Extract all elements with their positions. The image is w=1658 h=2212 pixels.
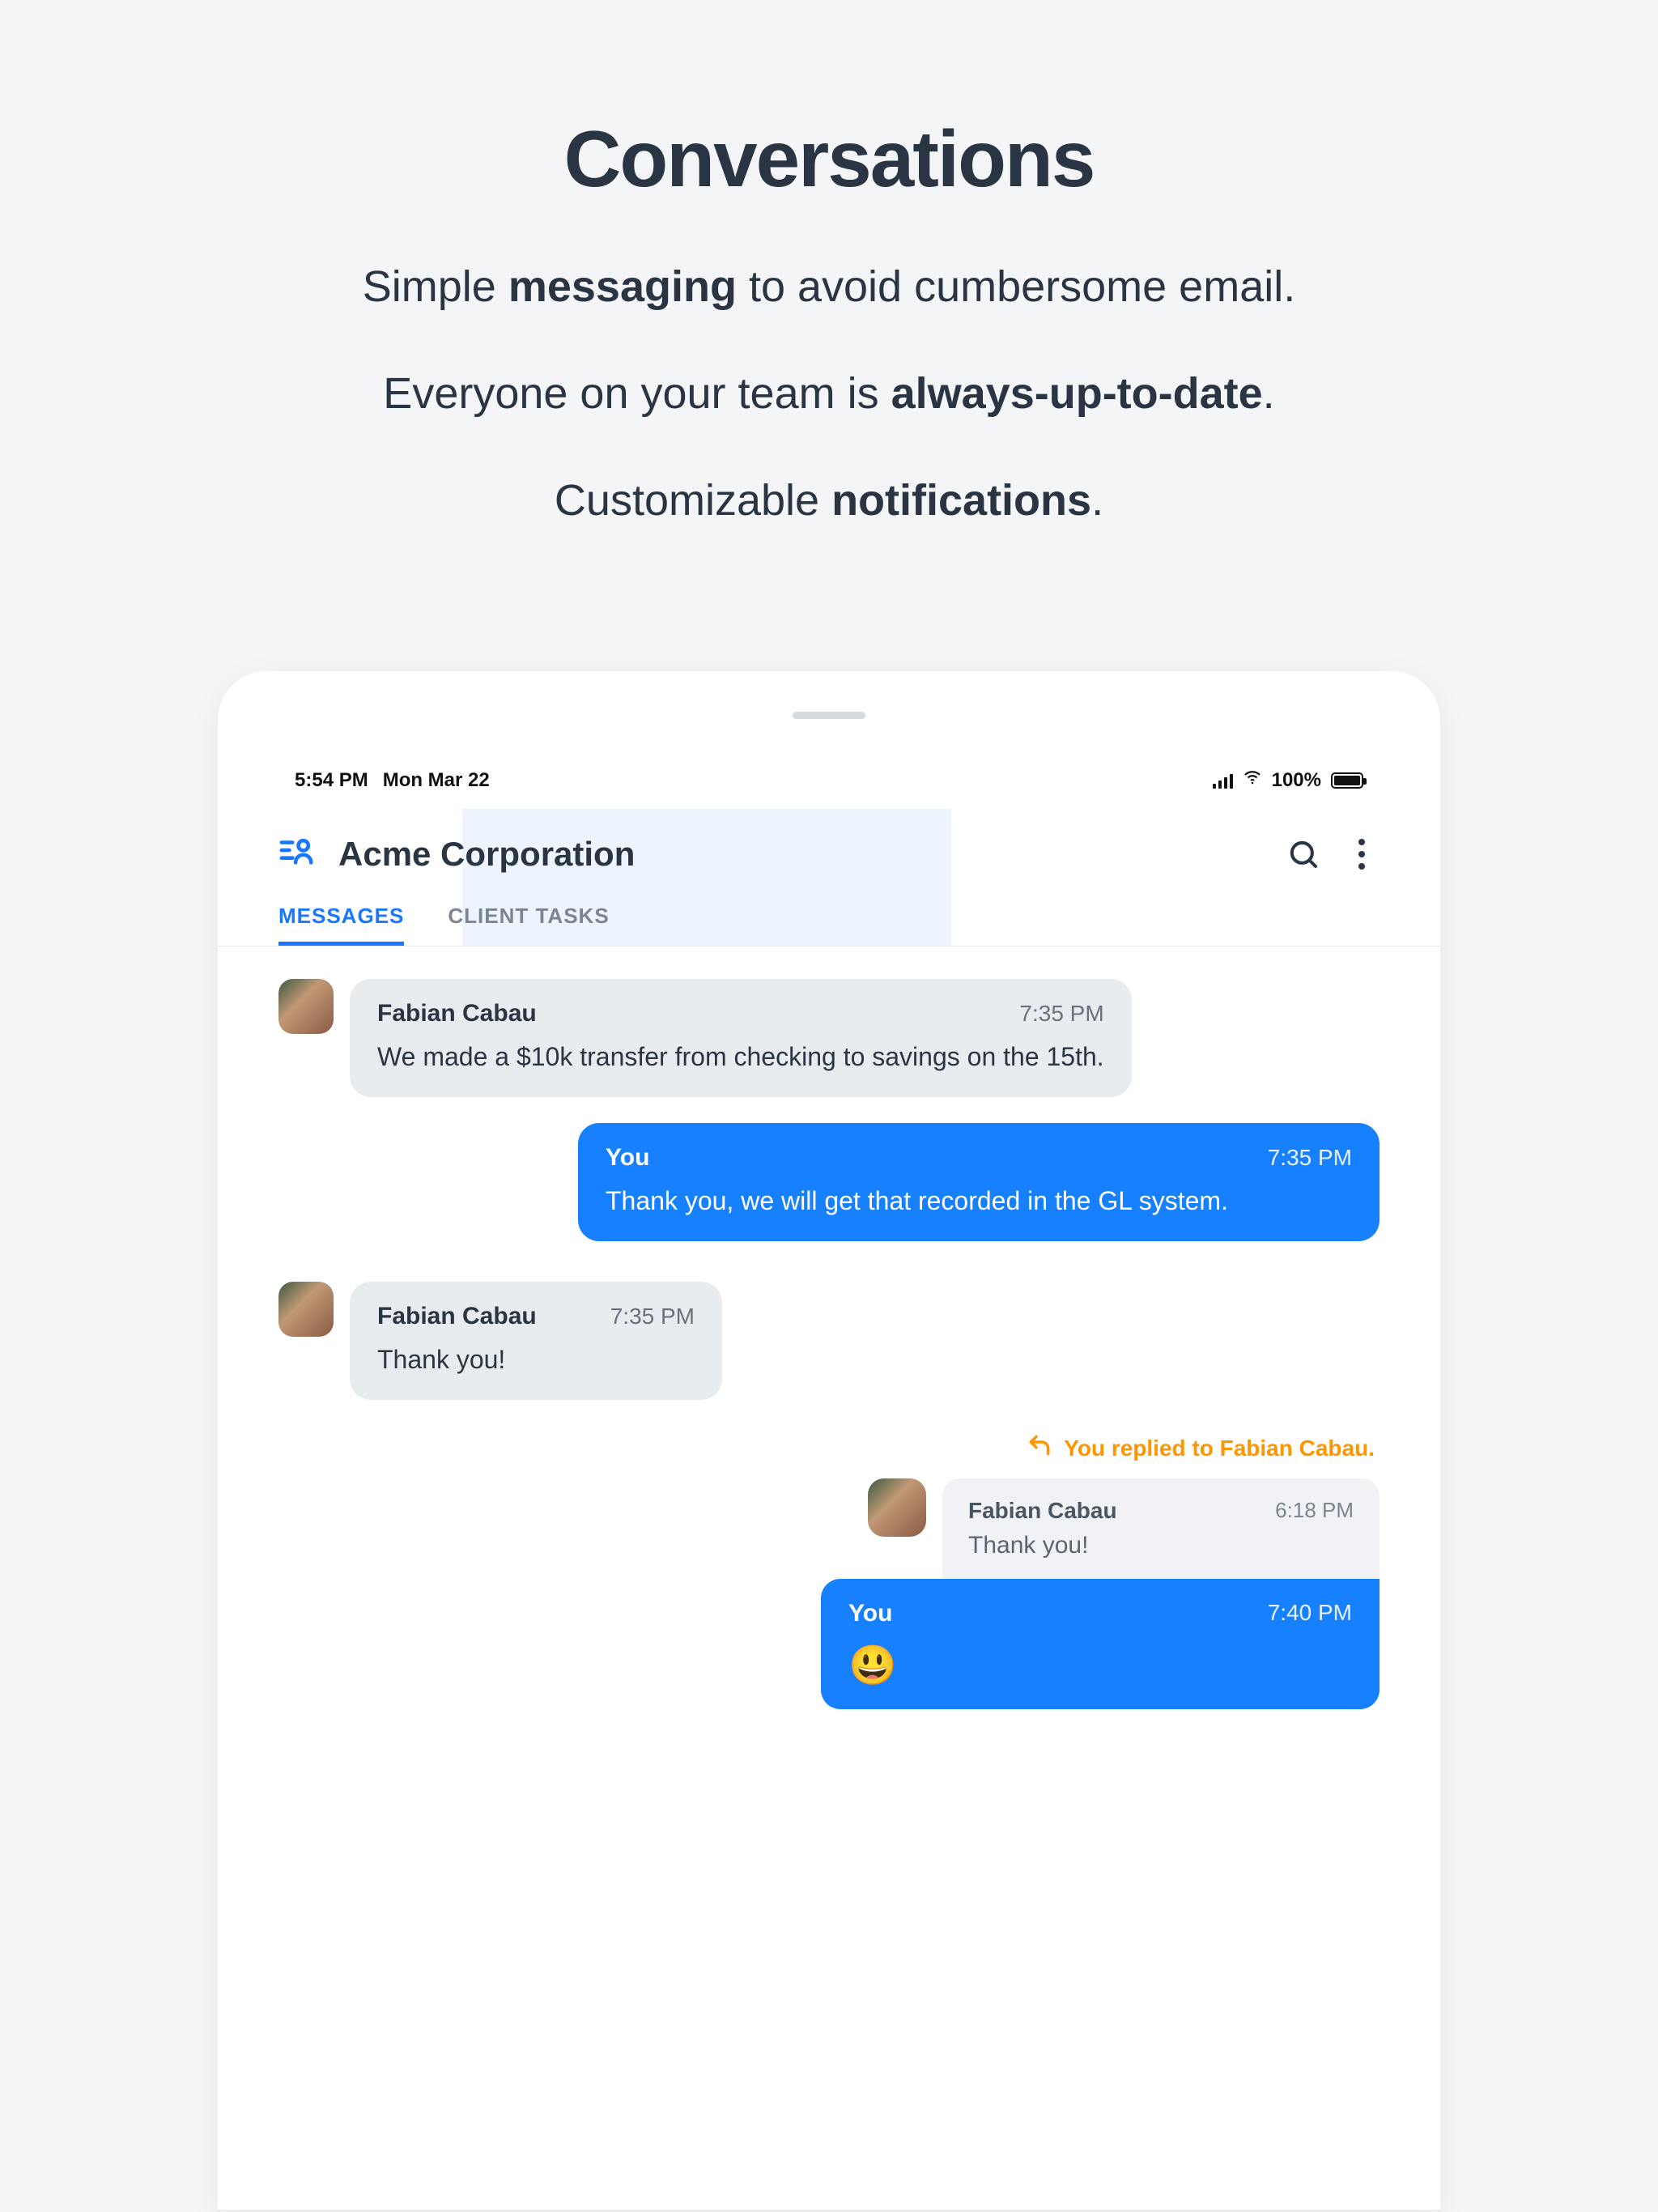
device-notch — [793, 712, 865, 719]
text: Simple — [363, 262, 508, 311]
text: to avoid cumbersome email. — [737, 262, 1295, 311]
quoted-bubble[interactable]: Fabian Cabau 6:18 PM Thank you! — [942, 1478, 1380, 1579]
tabs: MESSAGES CLIENT TASKS — [278, 891, 1380, 946]
sender-name: You — [606, 1144, 649, 1172]
sender-name: Fabian Cabau — [968, 1498, 1117, 1524]
search-icon[interactable] — [1286, 836, 1321, 872]
tab-messages[interactable]: MESSAGES — [278, 904, 404, 946]
sender-name: Fabian Cabau — [377, 1303, 537, 1330]
more-icon[interactable] — [1344, 839, 1380, 870]
reply-notice-text: You replied to Fabian Cabau. — [1064, 1436, 1375, 1461]
wifi-icon — [1243, 768, 1262, 793]
message-row: You 7:35 PM Thank you, we will get that … — [278, 1123, 1380, 1241]
message-time: 7:35 PM — [610, 1304, 695, 1329]
message-row: Fabian Cabau 7:35 PM We made a $10k tran… — [278, 979, 1380, 1097]
message-body: Thank you, we will get that recorded in … — [606, 1181, 1352, 1220]
text-bold: notifications — [831, 476, 1091, 525]
tab-client-tasks[interactable]: CLIENT TASKS — [448, 904, 609, 946]
message-body: Thank you! — [377, 1340, 695, 1379]
reply-icon — [1027, 1432, 1052, 1464]
org-title: Acme Corporation — [338, 835, 1263, 874]
message-bubble[interactable]: Fabian Cabau 7:35 PM Thank you! — [350, 1282, 722, 1400]
text: Customizable — [555, 476, 831, 525]
message-time: 7:35 PM — [1268, 1145, 1352, 1171]
message-bubble[interactable]: Fabian Cabau 7:35 PM We made a $10k tran… — [350, 979, 1132, 1097]
quoted-row: Fabian Cabau 6:18 PM Thank you! — [278, 1478, 1380, 1579]
avatar[interactable] — [278, 1282, 334, 1337]
battery-percent: 100% — [1272, 769, 1321, 792]
text-bold: messaging — [508, 262, 737, 311]
message-body: Thank you! — [968, 1532, 1354, 1559]
text: . — [1263, 369, 1275, 418]
cellular-icon — [1213, 772, 1233, 789]
text: . — [1091, 476, 1103, 525]
status-date: Mon Mar 22 — [383, 769, 490, 792]
message-bubble[interactable]: You 7:35 PM Thank you, we will get that … — [578, 1123, 1380, 1241]
reply-notice: You replied to Fabian Cabau. — [278, 1432, 1380, 1464]
device-frame: 5:54 PM Mon Mar 22 100% Acme Corporation — [218, 671, 1440, 2210]
text: Everyone on your team is — [383, 369, 891, 418]
message-body: We made a $10k transfer from checking to… — [377, 1037, 1104, 1076]
battery-icon — [1331, 772, 1363, 789]
status-bar: 5:54 PM Mon Mar 22 100% — [218, 768, 1440, 793]
sender-name: You — [848, 1600, 892, 1627]
message-row: Fabian Cabau 7:35 PM Thank you! — [278, 1282, 1380, 1400]
avatar[interactable] — [278, 979, 334, 1034]
subhead-3: Customizable notifications. — [0, 475, 1658, 525]
contacts-icon[interactable] — [278, 833, 316, 874]
page-title: Conversations — [0, 113, 1658, 205]
chat-area[interactable]: Fabian Cabau 7:35 PM We made a $10k tran… — [218, 946, 1440, 1709]
subhead-2: Everyone on your team is always-up-to-da… — [0, 368, 1658, 419]
text-bold: always-up-to-date — [891, 369, 1263, 418]
subhead-1: Simple messaging to avoid cumbersome ema… — [0, 262, 1658, 312]
sender-name: Fabian Cabau — [377, 1000, 537, 1027]
message-bubble[interactable]: You 7:40 PM 😃 — [821, 1579, 1380, 1709]
status-time: 5:54 PM — [295, 769, 368, 792]
message-time: 7:40 PM — [1268, 1600, 1352, 1627]
message-time: 6:18 PM — [1275, 1498, 1354, 1524]
message-time: 7:35 PM — [1019, 1001, 1103, 1027]
app-header: Acme Corporation MESSAGES CLIENT TASKS — [218, 809, 1440, 946]
emoji-content: 😃 — [848, 1642, 1352, 1688]
avatar[interactable] — [868, 1478, 926, 1537]
